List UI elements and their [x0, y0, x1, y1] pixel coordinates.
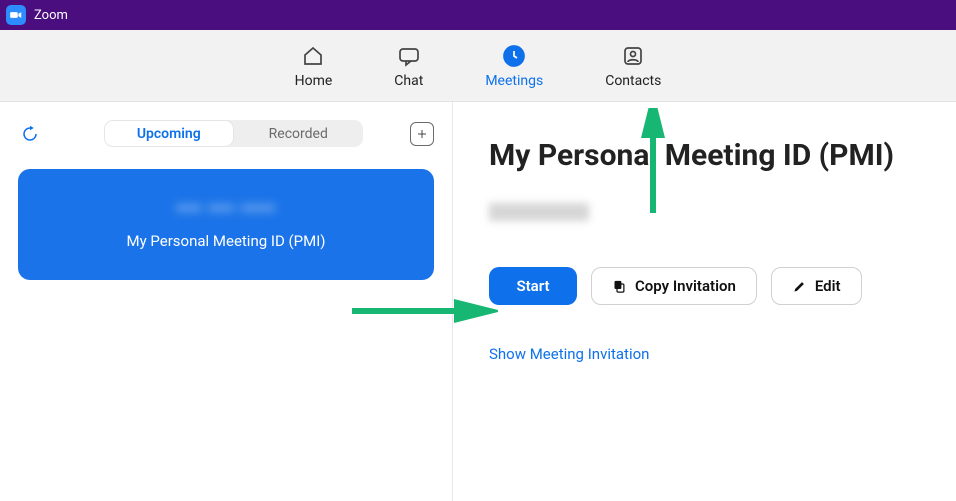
meeting-id-redacted [489, 203, 589, 221]
tab-home-label: Home [295, 73, 333, 89]
pencil-icon [792, 279, 807, 294]
zoom-app-icon [6, 5, 26, 25]
tab-chat[interactable]: Chat [394, 43, 423, 89]
page-title: My Personal Meeting ID (PMI) [489, 138, 938, 173]
add-meeting-button[interactable] [410, 122, 434, 146]
plus-icon [416, 128, 428, 140]
tab-meetings-label: Meetings [485, 73, 543, 89]
app-title: Zoom [34, 8, 68, 23]
tabbar: Home Chat Meetings Contacts [0, 30, 956, 102]
segment-upcoming[interactable]: Upcoming [104, 120, 234, 147]
start-button[interactable]: Start [489, 267, 577, 305]
action-button-row: Start Copy Invitation Edit [489, 267, 938, 305]
left-header-row: Upcoming Recorded [18, 120, 434, 147]
refresh-icon [21, 125, 39, 143]
pmi-card-label: My Personal Meeting ID (PMI) [38, 232, 414, 250]
refresh-button[interactable] [18, 122, 42, 146]
pmi-number: ••• ••• •••• [38, 197, 414, 222]
right-pane: My Personal Meeting ID (PMI) Start Copy … [453, 102, 956, 501]
show-invitation-link[interactable]: Show Meeting Invitation [489, 345, 938, 363]
pmi-card[interactable]: ••• ••• •••• My Personal Meeting ID (PMI… [18, 169, 434, 280]
annotation-arrow-up [638, 108, 668, 218]
annotation-arrow-right [348, 296, 498, 326]
segment-recorded[interactable]: Recorded [234, 120, 364, 147]
tab-home[interactable]: Home [295, 43, 333, 89]
copy-invitation-label: Copy Invitation [635, 277, 736, 295]
tab-chat-label: Chat [394, 73, 423, 89]
titlebar: Zoom [0, 0, 956, 30]
edit-button[interactable]: Edit [771, 267, 862, 305]
edit-label: Edit [815, 277, 841, 295]
tab-contacts[interactable]: Contacts [605, 43, 661, 89]
home-icon [300, 43, 326, 69]
tab-meetings[interactable]: Meetings [485, 43, 543, 89]
contacts-icon [620, 43, 646, 69]
clock-icon [501, 43, 527, 69]
tab-contacts-label: Contacts [605, 73, 661, 89]
chat-icon [396, 43, 422, 69]
segmented-control: Upcoming Recorded [104, 120, 363, 147]
copy-icon [612, 279, 627, 294]
copy-invitation-button[interactable]: Copy Invitation [591, 267, 757, 305]
